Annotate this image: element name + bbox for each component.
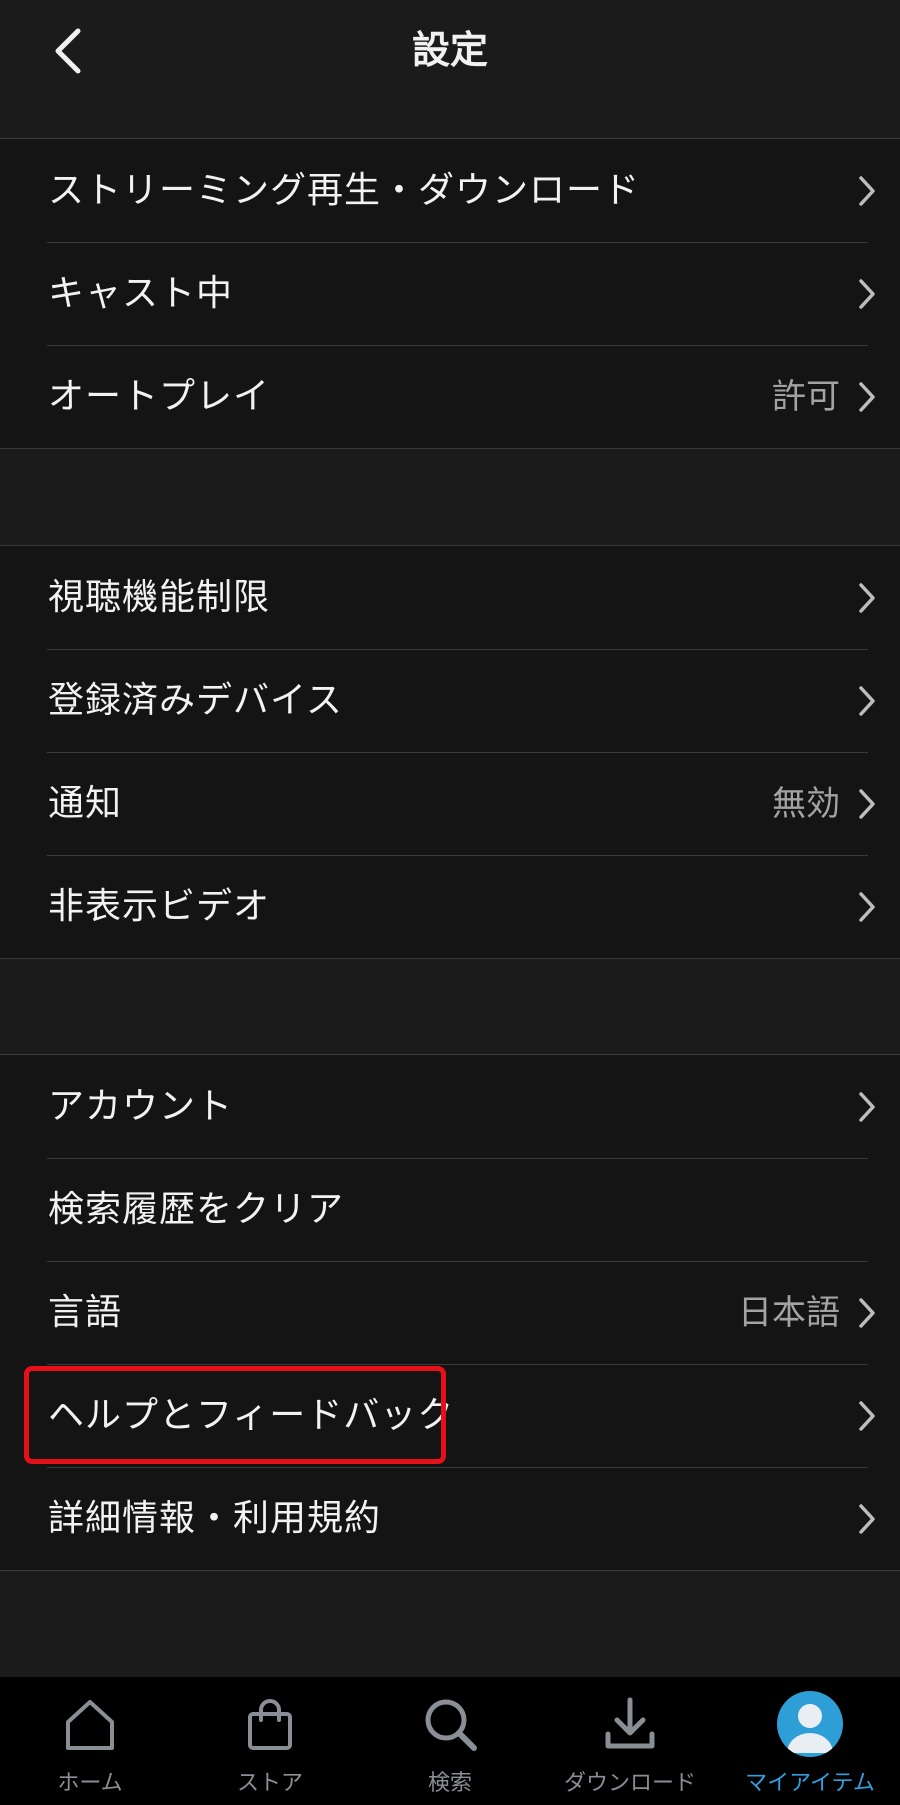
settings-row-streaming-download[interactable]: ストリーミング再生・ダウンロード (0, 139, 900, 242)
avatar (777, 1691, 843, 1757)
settings-row-casting[interactable]: キャスト中 (0, 242, 900, 345)
chevron-right-icon (854, 171, 880, 211)
chevron-right-icon (854, 377, 880, 417)
row-label: アカウント (48, 1085, 234, 1127)
tab-search[interactable]: 検索 (360, 1677, 540, 1805)
row-value: 許可 (772, 376, 840, 417)
row-label: 言語 (48, 1291, 123, 1333)
tab-downloads[interactable]: ダウンロード (540, 1677, 720, 1805)
row-label: 登録済みデバイス (48, 679, 343, 721)
tab-store[interactable]: ストア (180, 1677, 360, 1805)
row-value: 無効 (772, 783, 840, 824)
settings-row-clear-search-history[interactable]: 検索履歴をクリア (0, 1158, 900, 1261)
row-label: 検索履歴をクリア (48, 1188, 345, 1230)
tab-label: ダウンロード (563, 1771, 696, 1796)
settings-row-registered-devices[interactable]: 登録済みデバイス (0, 649, 900, 752)
bottom-tab-bar: ホーム ストア 検索 ダウンロード マイアイテム (0, 1677, 900, 1805)
settings-row-account[interactable]: アカウント (0, 1055, 900, 1158)
tab-label: 検索 (427, 1771, 472, 1796)
row-label: 詳細情報・利用規約 (48, 1497, 382, 1539)
avatar-icon (775, 1689, 845, 1759)
row-label: キャスト中 (48, 272, 234, 314)
chevron-right-icon (854, 784, 880, 824)
settings-row-parental-controls[interactable]: 視聴機能制限 (0, 546, 900, 649)
tab-label: ストア (236, 1771, 303, 1796)
chevron-right-icon (854, 578, 880, 618)
chevron-right-icon (854, 1396, 880, 1436)
chevron-right-icon (854, 1087, 880, 1127)
settings-row-hidden-videos[interactable]: 非表示ビデオ (0, 855, 900, 958)
row-label: ヘルプとフィードバック (48, 1394, 455, 1436)
tab-home[interactable]: ホーム (0, 1677, 180, 1805)
settings-row-language[interactable]: 言語 日本語 (0, 1261, 900, 1364)
chevron-right-icon (854, 274, 880, 314)
settings-section-playback: ストリーミング再生・ダウンロード キャスト中 オートプレイ 許可 (0, 138, 900, 449)
tab-label: マイアイテム (745, 1771, 875, 1796)
row-label: ストリーミング再生・ダウンロード (48, 169, 641, 211)
row-label: オートプレイ (48, 375, 271, 417)
chevron-right-icon (854, 1499, 880, 1539)
chevron-right-icon (854, 1293, 880, 1333)
row-label: 視聴機能制限 (48, 576, 271, 618)
search-icon (415, 1689, 485, 1759)
settings-row-autoplay[interactable]: オートプレイ 許可 (0, 345, 900, 448)
download-icon (595, 1689, 665, 1759)
row-label: 通知 (48, 782, 123, 824)
tab-label: ホーム (57, 1771, 123, 1796)
page-title: 設定 (411, 28, 488, 72)
home-icon (55, 1689, 125, 1759)
settings-section-account: アカウント 検索履歴をクリア 言語 日本語 ヘルプとフィードバック 詳細情報・利… (0, 1054, 900, 1571)
settings-row-notifications[interactable]: 通知 無効 (0, 752, 900, 855)
settings-section-restrictions: 視聴機能制限 登録済みデバイス 通知 無効 非表示ビデオ (0, 545, 900, 959)
shopping-bag-icon (235, 1689, 305, 1759)
tab-my-items[interactable]: マイアイテム (720, 1677, 900, 1805)
row-value: 日本語 (738, 1292, 840, 1333)
settings-row-help-feedback[interactable]: ヘルプとフィードバック (0, 1364, 900, 1467)
settings-row-terms-info[interactable]: 詳細情報・利用規約 (0, 1467, 900, 1570)
chevron-right-icon (854, 887, 880, 927)
header: 設定 (0, 0, 900, 139)
chevron-right-icon (854, 681, 880, 721)
row-label: 非表示ビデオ (48, 885, 271, 927)
